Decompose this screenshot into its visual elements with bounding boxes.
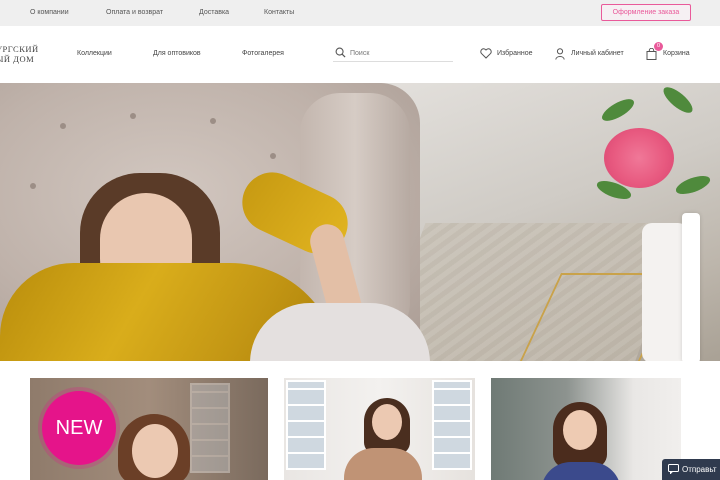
search-icon	[335, 47, 346, 58]
cart-label: Корзина	[663, 50, 690, 57]
card-model-face	[563, 410, 597, 450]
sofa-tuft	[130, 113, 136, 119]
account-link[interactable]: Личный кабинет	[555, 48, 630, 60]
heart-icon	[480, 48, 492, 59]
card-model-dress	[344, 448, 422, 480]
top-bar: О компании Оплата и возврат Доставка Кон…	[0, 0, 720, 26]
site-header: ургский ый дом Коллекции Для оптовиков Ф…	[0, 26, 720, 82]
sofa-tuft	[60, 123, 66, 129]
chat-icon	[668, 464, 679, 474]
user-icon	[555, 48, 565, 60]
topbar-link-contacts[interactable]: Контакты	[264, 9, 294, 16]
nav-collections[interactable]: Коллекции	[77, 50, 112, 57]
card-model-dress	[541, 462, 621, 480]
card-window	[190, 383, 230, 473]
hero-flower	[604, 128, 674, 188]
product-card[interactable]	[491, 378, 681, 480]
sofa-tuft	[210, 118, 216, 124]
cart-count-badge: 0	[654, 42, 663, 51]
order-button[interactable]: Оформление заказа	[601, 4, 691, 21]
new-badge: NEW	[42, 391, 116, 465]
nav-gallery[interactable]: Фотогалерея	[242, 50, 284, 57]
chat-widget[interactable]: Отправьт	[662, 459, 720, 480]
product-card[interactable]	[284, 378, 475, 480]
search-placeholder: Поиск	[350, 50, 370, 57]
logo-line-1: ургский	[0, 44, 39, 54]
favorites-label: Избранное	[497, 50, 533, 57]
sofa-tuft	[30, 183, 36, 189]
cart-link[interactable]: Корзина	[646, 48, 696, 60]
topbar-link-delivery[interactable]: Доставка	[199, 9, 229, 16]
hero-candle	[682, 213, 700, 361]
topbar-link-payment[interactable]: Оплата и возврат	[106, 9, 163, 16]
topbar-link-about[interactable]: О компании	[30, 9, 69, 16]
card-model-face	[372, 404, 402, 440]
site-logo[interactable]: ургский ый дом	[0, 44, 39, 64]
chat-label: Отправьт	[682, 465, 717, 474]
sofa-tuft	[270, 153, 276, 159]
search-input[interactable]: Поиск	[333, 45, 453, 62]
favorites-link[interactable]: Избранное	[480, 48, 540, 60]
nav-wholesale[interactable]: Для оптовиков	[153, 50, 201, 57]
logo-line-2: ый дом	[0, 54, 35, 64]
hero-banner[interactable]	[0, 83, 720, 361]
card-window	[286, 380, 326, 470]
card-model-face	[132, 424, 178, 478]
account-label: Личный кабинет	[571, 50, 624, 57]
card-window	[432, 380, 472, 470]
